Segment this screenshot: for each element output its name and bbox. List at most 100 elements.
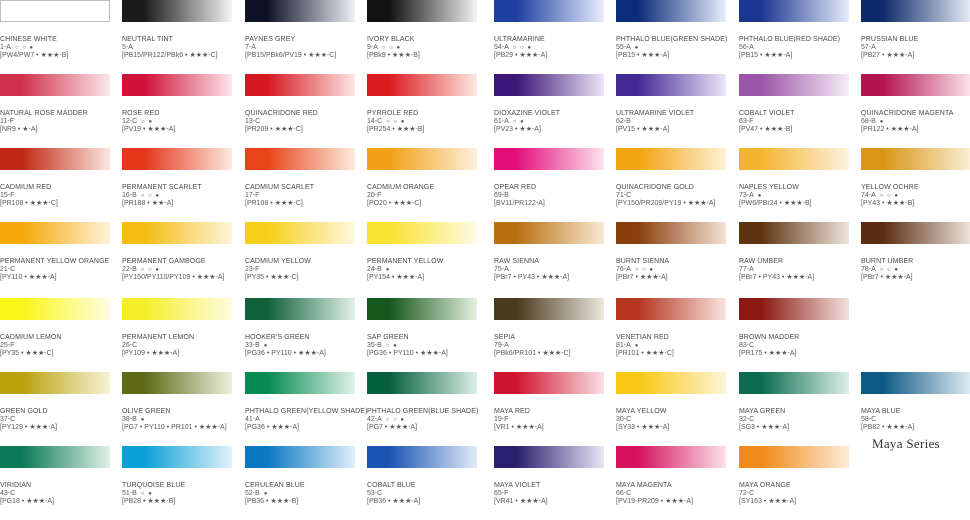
color-name: BROWN MADDER bbox=[739, 334, 800, 341]
color-code: 76-A ○ ○ ● bbox=[616, 266, 654, 274]
color-card: PERMANENT LEMON 26-C [PY109 • ★★★-A] bbox=[122, 298, 232, 357]
color-swatch bbox=[367, 74, 477, 96]
color-name: OPEAR RED bbox=[494, 184, 537, 191]
pigment-info: [PO20 • ★★★-C] bbox=[367, 200, 421, 208]
color-code-value: 61-A bbox=[494, 118, 509, 125]
color-swatch bbox=[245, 222, 355, 244]
pigment-codes: [PY110 bbox=[0, 274, 23, 281]
pigment-codes: [PV23 bbox=[494, 126, 514, 133]
color-code: 33-B ● bbox=[245, 342, 268, 350]
color-code: 5-A bbox=[122, 44, 133, 52]
color-name: TURQUOISE BLUE bbox=[122, 482, 186, 489]
color-swatch bbox=[0, 298, 110, 320]
color-card: CADMIUM YELLOW 23-F [PY35 • ★★★-C] bbox=[245, 222, 355, 281]
color-name: PHTHALO BLUE(RED SHADE) bbox=[739, 36, 841, 43]
lightfastness-rating: ★★★-A] bbox=[151, 350, 180, 357]
color-card: BROWN MADDER 83-C [PR175 • ★★★-A] bbox=[739, 298, 849, 357]
pigment-info: [SG3 • ★★★-A] bbox=[739, 424, 789, 432]
color-code: 15-F bbox=[0, 192, 14, 200]
color-code-value: 41-A bbox=[245, 416, 260, 423]
color-code: 68-B ● bbox=[861, 118, 884, 126]
color-name: COBALT BLUE bbox=[367, 482, 416, 489]
color-swatch bbox=[739, 0, 849, 22]
pigment-codes: [PR108 bbox=[0, 200, 24, 207]
color-name: QUINACRIDONE MAGENTA bbox=[861, 110, 954, 117]
pigment-info: [PY43 • ★★★-B] bbox=[861, 200, 914, 208]
color-swatch bbox=[616, 0, 726, 22]
color-code-value: 15-F bbox=[0, 192, 15, 199]
color-swatch bbox=[367, 222, 477, 244]
color-code: 53-C bbox=[367, 490, 382, 498]
color-name: QUINACRIDONE GOLD bbox=[616, 184, 694, 191]
pigment-codes: [PBr7 bbox=[861, 274, 879, 281]
color-code: 17-F bbox=[245, 192, 259, 200]
color-swatch bbox=[861, 372, 970, 394]
color-swatch bbox=[0, 446, 110, 468]
color-card: ULTRAMARINE 54-A ○ ○ ● [PB29 • ★★★-A] bbox=[494, 0, 604, 59]
lightfastness-rating: ★★★-C] bbox=[645, 350, 674, 357]
pigment-info: [PBr7 • PY43 • ★★★-A] bbox=[494, 274, 569, 282]
lightfastness-rating: ★★★-C] bbox=[29, 200, 58, 207]
pigment-info: [NR9 • ★-A] bbox=[0, 126, 38, 134]
color-code: 20-F bbox=[367, 192, 381, 200]
lightfastness-rating: ★★★-B] bbox=[147, 498, 176, 505]
color-swatch bbox=[245, 74, 355, 96]
pigment-info: [PG36 • ★★★-A] bbox=[245, 424, 299, 432]
color-swatch bbox=[245, 0, 355, 22]
color-code: 74-A ○ ○ ● bbox=[861, 192, 899, 200]
color-card: PHTHALO GREEN(YELLOW SHADE) 41-A [PG36 • ★… bbox=[245, 372, 367, 431]
color-code-value: 75-A bbox=[494, 266, 509, 273]
color-code: 25-F bbox=[0, 342, 14, 350]
color-swatch bbox=[861, 74, 970, 96]
pigment-codes: [NR9 bbox=[0, 126, 16, 133]
color-card: HOOKER'S GREEN 33-B ● [PG36 • PY110 • ★★★-A… bbox=[245, 298, 355, 357]
color-code: 43-C bbox=[0, 490, 15, 498]
pigment-codes: [PBr7 bbox=[494, 274, 512, 281]
lightfastness-rating: ★★★-A] bbox=[519, 52, 548, 59]
color-code: 69-B bbox=[494, 192, 509, 200]
lightfastness-rating: ★★★-B] bbox=[270, 498, 299, 505]
color-card: RAW SIENNA 75-A [PBr7 • PY43 • ★★★-A] bbox=[494, 222, 604, 281]
color-card: CADMIUM SCARLET 17-F [PR108 • ★★★-C] bbox=[245, 148, 355, 207]
color-swatch bbox=[494, 74, 604, 96]
color-swatch bbox=[0, 222, 110, 244]
color-code-value: 13-C bbox=[245, 118, 261, 125]
color-swatch bbox=[616, 446, 726, 468]
color-swatch bbox=[0, 74, 110, 96]
opacity-marks: ○ ○ ● bbox=[879, 193, 900, 199]
lightfastness-rating: ★★★-A] bbox=[519, 498, 548, 505]
color-code-value: 35-B bbox=[367, 342, 382, 349]
pigment-codes: [PG18 bbox=[0, 498, 20, 505]
color-code-value: 65-F bbox=[494, 490, 509, 497]
color-card: MAYA RED 19-F [VR1 • ★★★-A] bbox=[494, 372, 604, 431]
color-swatch bbox=[739, 446, 849, 468]
color-code: 37-C bbox=[0, 416, 15, 424]
color-code-value: 74-A bbox=[861, 192, 876, 199]
color-name: CADMIUM SCARLET bbox=[245, 184, 315, 191]
color-swatch bbox=[494, 222, 604, 244]
color-card: BURNT UMBER 78-A ○ ○ ● [PBr7 • ★★★-A] bbox=[861, 222, 970, 281]
opacity-marks: ○ ○ ● bbox=[634, 267, 655, 273]
color-code: 55-A ● bbox=[616, 44, 639, 52]
color-card: MAYA BLUE 58-C [PB82 • ★★★-A] bbox=[861, 372, 970, 431]
lightfastness-rating: ★★★-A] bbox=[147, 126, 176, 133]
pigment-codes: [PY150/PY110/PY109 bbox=[122, 274, 191, 281]
lightfastness-rating: ★★★-C] bbox=[542, 350, 571, 357]
color-name: NAPLES YELLOW bbox=[739, 184, 799, 191]
color-code-value: 68-B bbox=[861, 118, 876, 125]
color-swatch bbox=[122, 372, 232, 394]
color-code-value: 81-A bbox=[616, 342, 631, 349]
color-card: NAPLES YELLOW 73-A ● [PW6/PBr24 • ★★★-B] bbox=[739, 148, 849, 207]
opacity-marks: ○ ○ ● bbox=[385, 417, 406, 423]
color-card: VIRIDIAN 43-C [PG18 • ★★★-A] bbox=[0, 446, 110, 505]
pigment-info: [SY163 • ★★★-A] bbox=[739, 498, 796, 506]
color-card: IVORY BLACK 9-A ○ ○ ● [PBk9 • ★★★-B] bbox=[367, 0, 477, 59]
pigment-info: [PB36 • ★★★-A] bbox=[367, 498, 420, 506]
color-code-value: 24-B bbox=[367, 266, 382, 273]
color-code-value: 58-C bbox=[861, 416, 877, 423]
pigment-codes: [PB29 bbox=[494, 52, 514, 59]
color-swatch bbox=[367, 446, 477, 468]
color-card: CADMIUM LEMON 25-F [PY35 • ★★★-C] bbox=[0, 298, 110, 357]
lightfastness-rating: ★★★-A] bbox=[886, 424, 915, 431]
pigment-codes: [PY129 bbox=[0, 424, 23, 431]
